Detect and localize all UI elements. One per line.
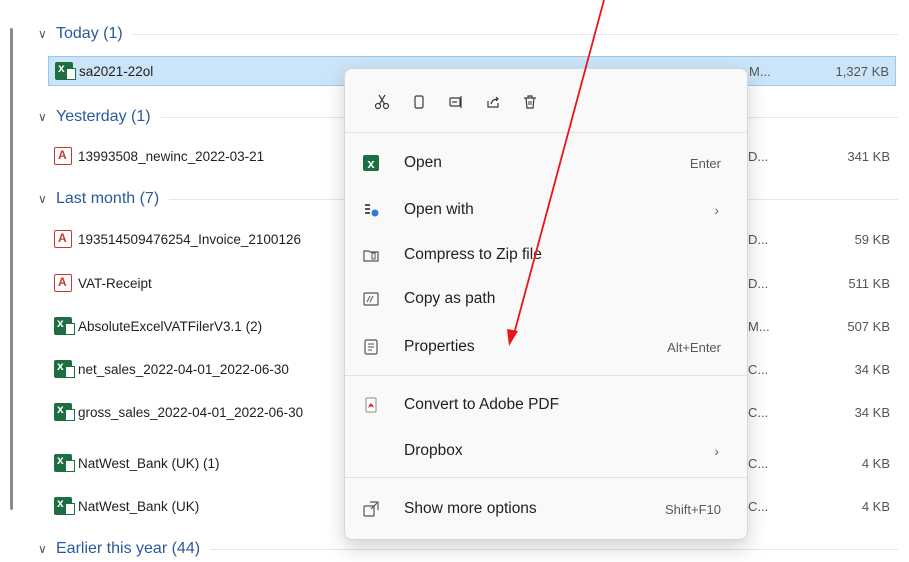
annotation-arrow bbox=[507, 0, 605, 346]
